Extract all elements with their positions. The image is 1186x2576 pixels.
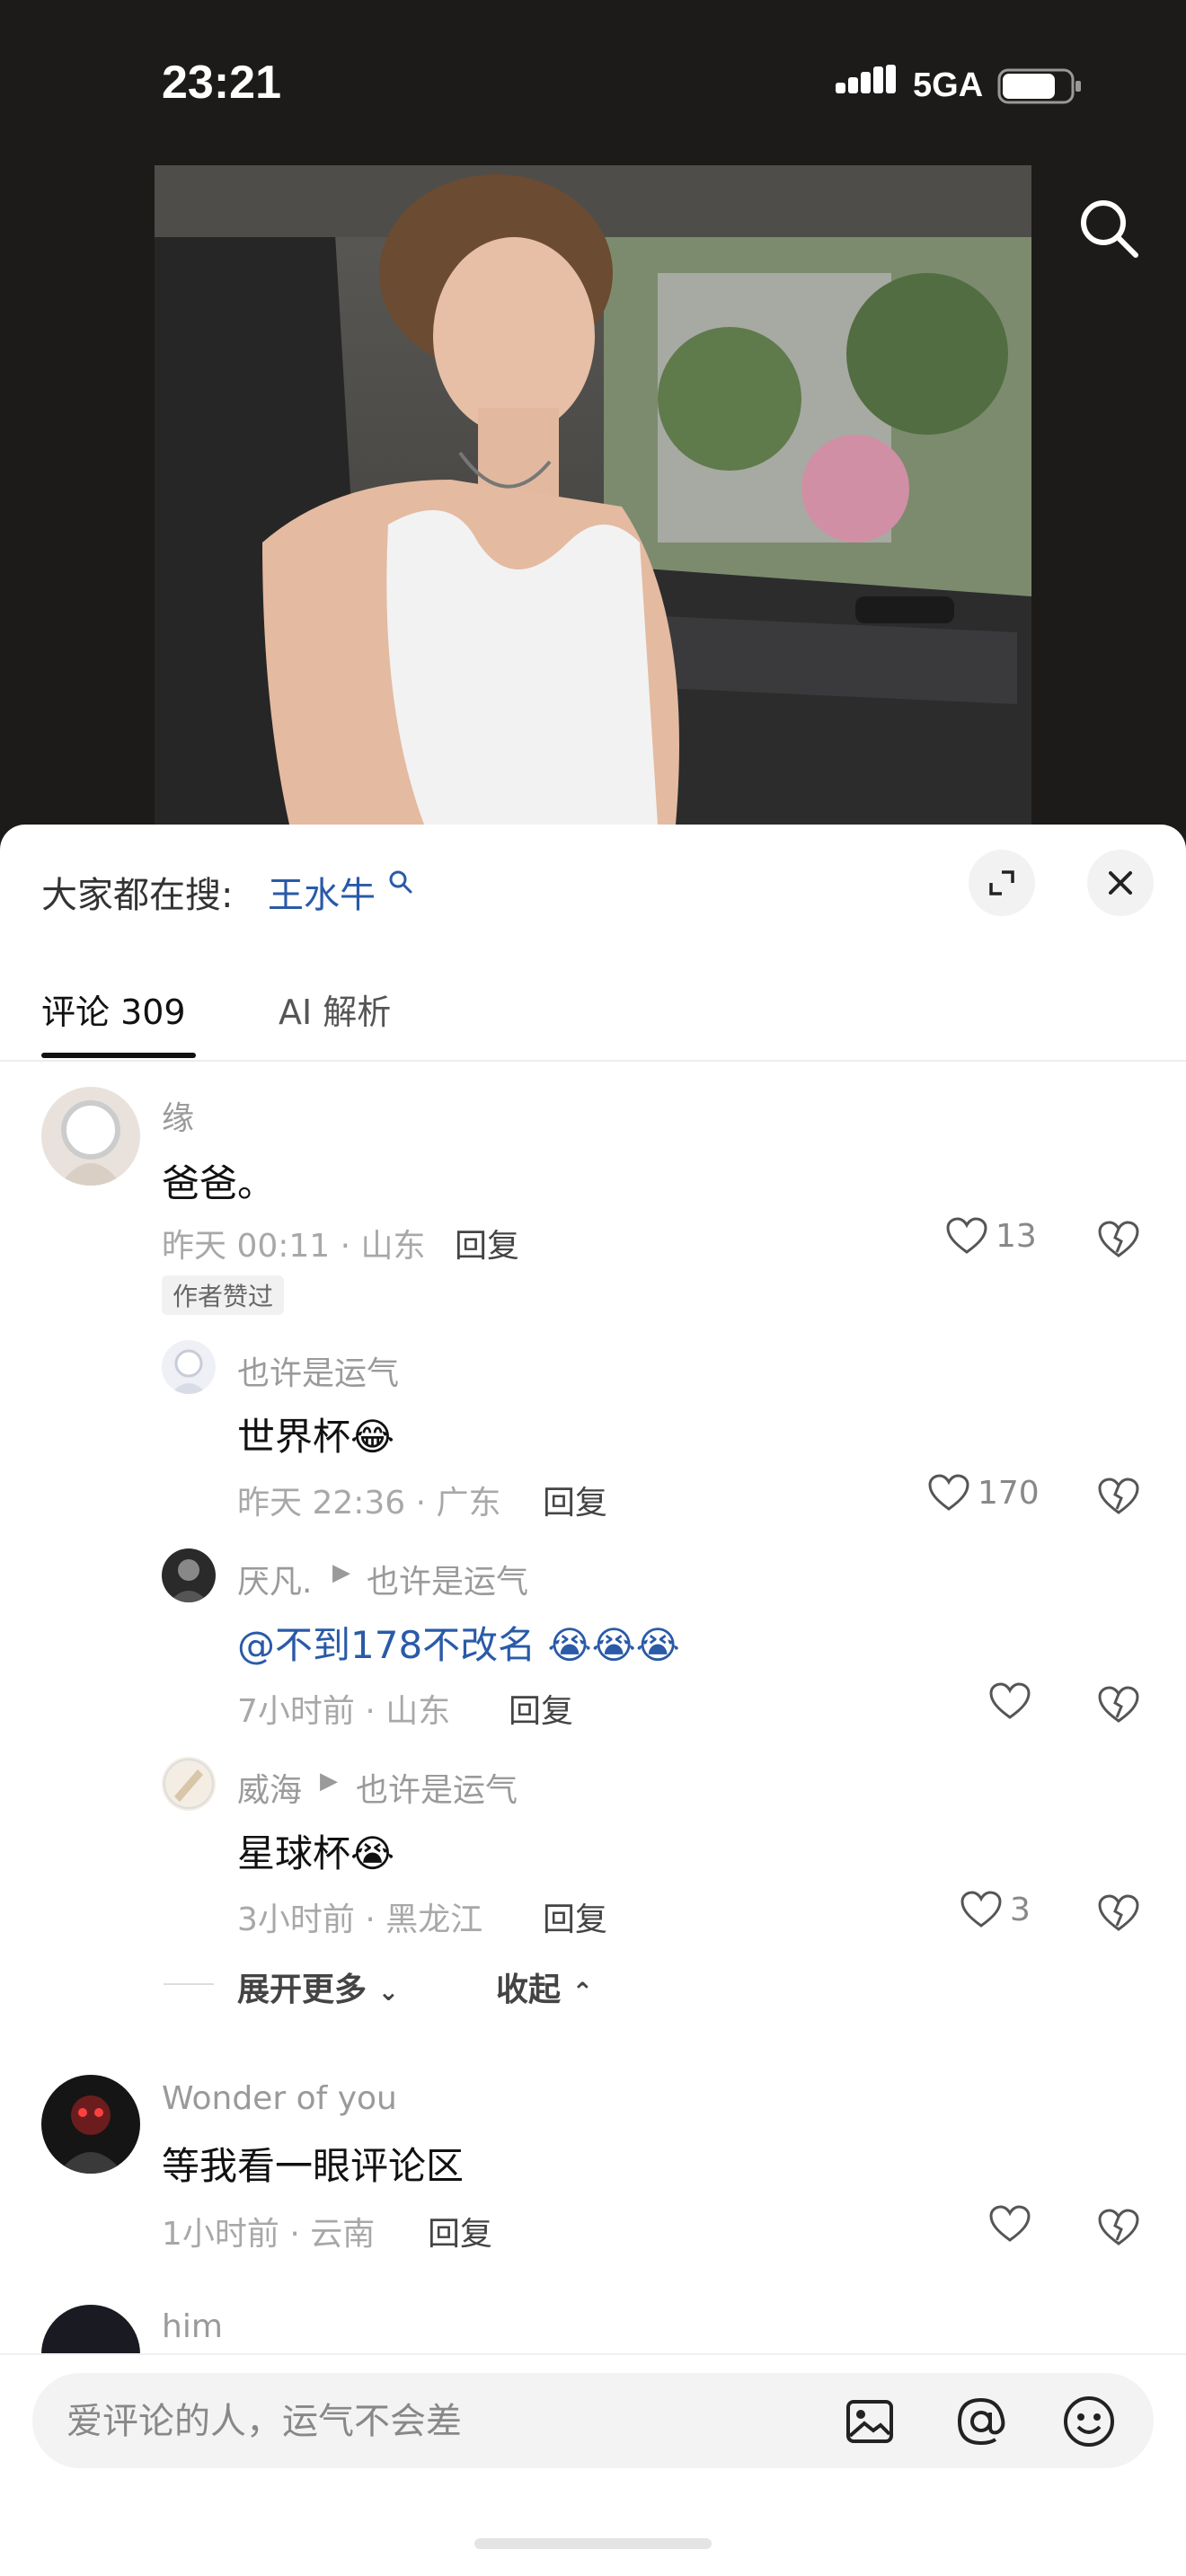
status-time: 23:21: [162, 57, 281, 109]
reply-to-username[interactable]: 也许是运气: [367, 1556, 528, 1602]
image-icon[interactable]: [841, 2393, 898, 2450]
comment-text[interactable]: @不到178不改名 😭😭😭: [237, 1615, 680, 1670]
like-button[interactable]: 170: [927, 1473, 1040, 1513]
reply-button[interactable]: 回复: [428, 2208, 492, 2254]
broken-heart-icon[interactable]: [1096, 1893, 1141, 1933]
reply-to-username[interactable]: 也许是运气: [356, 1764, 518, 1811]
comment-username[interactable]: 也许是运气: [237, 1347, 399, 1394]
broken-heart-icon[interactable]: [1096, 1685, 1141, 1725]
comment-meta: 昨天 22:36 · 广东: [237, 1485, 501, 1522]
avatar-illustration: [171, 1349, 207, 1394]
reply-arrow-icon: ▶: [332, 1559, 350, 1586]
reply-button[interactable]: 回复: [543, 1893, 607, 1940]
comment-meta: 7小时前 · 山东: [237, 1693, 451, 1730]
like-count: 13: [996, 1217, 1037, 1255]
broken-heart-icon[interactable]: [1096, 1477, 1141, 1516]
comment-meta: 昨天 00:11 · 山东: [162, 1228, 426, 1265]
hot-search-keyword[interactable]: 王水牛: [268, 866, 376, 918]
reply-button[interactable]: 回复: [455, 1220, 519, 1266]
heart-icon: [989, 2205, 1031, 2242]
avatar[interactable]: [162, 1548, 216, 1602]
comment-text: 爸爸。: [162, 1161, 276, 1205]
photo-illustration: [155, 165, 1031, 825]
network-label: 5GA: [913, 66, 984, 104]
close-button[interactable]: [1087, 850, 1154, 916]
collapse-button[interactable]: 收起 ⌃: [496, 1963, 593, 2010]
avatar[interactable]: [162, 1757, 216, 1811]
expand-button[interactable]: [969, 850, 1035, 916]
divider: [164, 1983, 214, 1985]
status-bar: 23:21 5GA: [0, 0, 1186, 180]
avatar[interactable]: [41, 2075, 140, 2174]
comment-text: 世界杯😂: [237, 1415, 395, 1459]
comment-input-bar[interactable]: [32, 2373, 1154, 2468]
heart-icon: [989, 1682, 1031, 1719]
like-button[interactable]: 13: [945, 1216, 1037, 1256]
author-liked-badge: 作者赞过: [162, 1275, 285, 1315]
comment-meta: 1小时前 · 云南: [162, 2216, 376, 2253]
tab-divider: [0, 1060, 1186, 1062]
reply-arrow-icon: ▶: [320, 1768, 338, 1795]
avatar-illustration: [169, 1559, 208, 1602]
comment-text: 星球杯😭: [237, 1831, 395, 1875]
like-count: 3: [1010, 1891, 1031, 1928]
chevron-down-icon: ⌄: [377, 1977, 400, 2007]
comment-username[interactable]: him: [162, 2308, 223, 2345]
tab-underline: [41, 1053, 196, 1058]
like-count: 170: [978, 1474, 1040, 1512]
chevron-up-icon: ⌃: [571, 1977, 594, 2007]
expand-more-label: 展开更多: [237, 1972, 367, 2008]
reply-button[interactable]: 回复: [543, 1477, 607, 1523]
broken-heart-icon[interactable]: [1096, 2208, 1141, 2247]
comment-username[interactable]: 威海: [237, 1764, 302, 1811]
emoji-icon[interactable]: [1060, 2393, 1118, 2450]
collapse-label: 收起: [496, 1972, 562, 2008]
hot-search-prefix: 大家都在搜:: [41, 875, 234, 916]
heart-icon: [960, 1891, 1002, 1928]
close-icon: [1109, 871, 1132, 895]
like-button[interactable]: [988, 1681, 1039, 1721]
battery-icon: [997, 68, 1081, 104]
expand-more-button[interactable]: 展开更多 ⌄: [237, 1963, 399, 2010]
tab-ai-analysis[interactable]: AI 解析: [279, 984, 391, 1034]
signal-icon: [836, 65, 896, 93]
home-indicator[interactable]: [474, 2538, 712, 2549]
heart-icon: [928, 1474, 969, 1511]
broken-heart-icon[interactable]: [1096, 1220, 1141, 1259]
like-button[interactable]: 3: [960, 1890, 1031, 1929]
comment-username[interactable]: Wonder of you: [162, 2080, 397, 2117]
search-icon[interactable]: [388, 869, 413, 895]
avatar-illustration: [59, 1100, 122, 1186]
expand-icon: [989, 870, 1014, 895]
avatar-illustration: [164, 1759, 214, 1809]
divider: [0, 2353, 1186, 2355]
heart-icon: [946, 1217, 987, 1254]
reply-button[interactable]: 回复: [509, 1685, 573, 1732]
avatar[interactable]: [162, 1340, 216, 1394]
avatar[interactable]: [41, 1087, 140, 1186]
search-icon[interactable]: [1075, 194, 1143, 262]
comment-meta: 3小时前 · 黑龙江: [237, 1901, 483, 1938]
comment-username[interactable]: 厌凡.: [237, 1556, 312, 1602]
at-icon[interactable]: [952, 2393, 1010, 2450]
like-button[interactable]: [988, 2204, 1039, 2244]
post-image[interactable]: [155, 165, 1031, 825]
comment-text: 等我看一眼评论区: [162, 2144, 465, 2188]
comment-input[interactable]: [65, 2393, 805, 2450]
comment-username[interactable]: 缘: [162, 1092, 194, 1139]
tab-comments[interactable]: 评论 309: [41, 984, 186, 1034]
avatar-illustration: [58, 2095, 124, 2174]
